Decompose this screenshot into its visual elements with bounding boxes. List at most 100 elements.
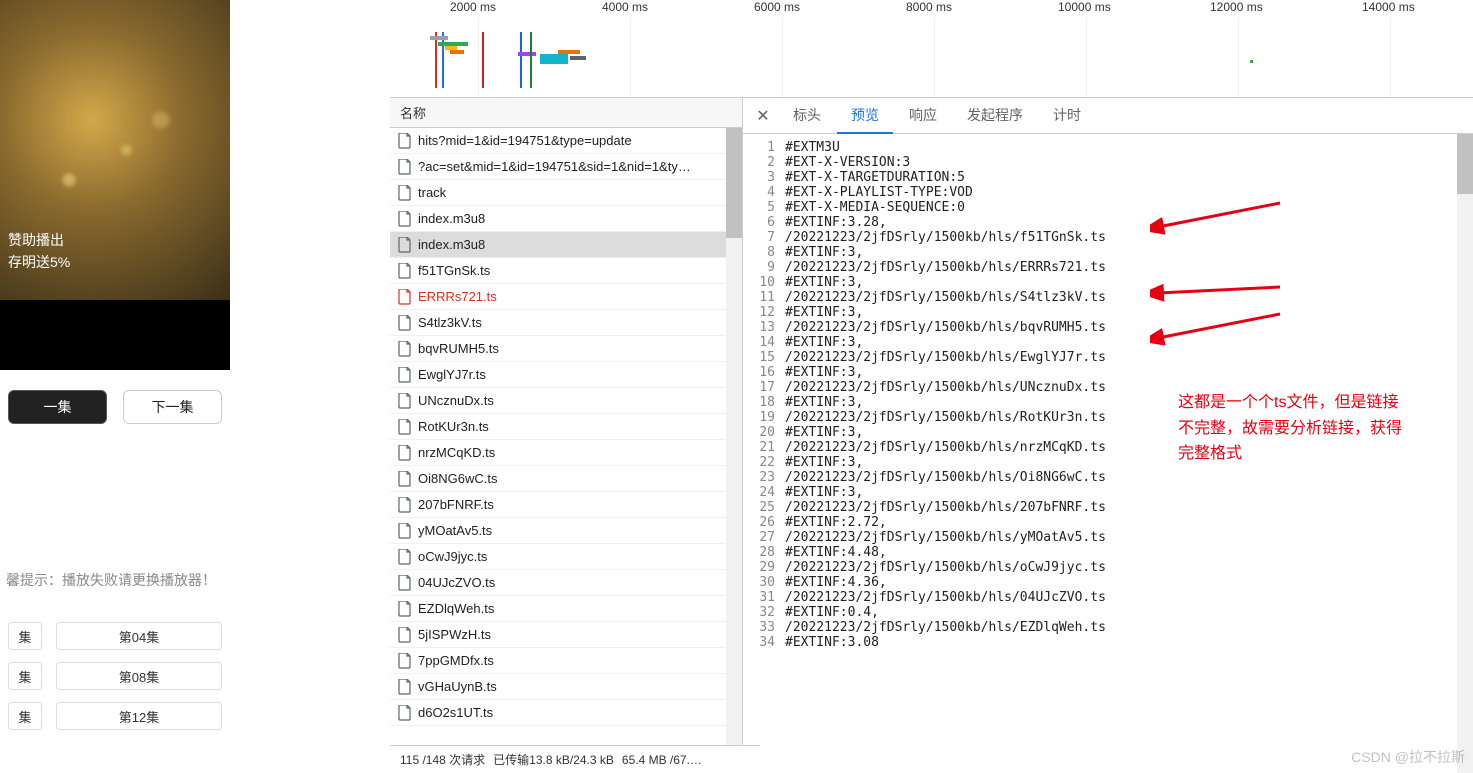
prev-episode-button[interactable]: 一集 bbox=[8, 390, 107, 424]
line-number: 26 bbox=[743, 515, 785, 530]
line-text: #EXT-X-PLAYLIST-TYPE:VOD bbox=[785, 185, 1473, 200]
line-text: #EXTINF:3, bbox=[785, 335, 1473, 350]
tab-headers[interactable]: 标头 bbox=[779, 98, 835, 134]
timeline-tick: 6000 ms bbox=[754, 0, 800, 14]
request-row[interactable]: 207bFNRF.ts bbox=[390, 492, 742, 518]
request-row[interactable]: UNcznuDx.ts bbox=[390, 388, 742, 414]
line-text: #EXTINF:3, bbox=[785, 395, 1473, 410]
line-number: 23 bbox=[743, 470, 785, 485]
line-number: 27 bbox=[743, 530, 785, 545]
request-row[interactable]: f51TGnSk.ts bbox=[390, 258, 742, 284]
request-row[interactable]: 04UJcZVO.ts bbox=[390, 570, 742, 596]
preview-line: 19/20221223/2jfDSrly/1500kb/hls/RotKUr3n… bbox=[743, 410, 1473, 425]
line-text: /20221223/2jfDSrly/1500kb/hls/EwglYJ7r.t… bbox=[785, 350, 1473, 365]
line-number: 18 bbox=[743, 395, 785, 410]
line-text: #EXTINF:3, bbox=[785, 275, 1473, 290]
preview-line: 16#EXTINF:3, bbox=[743, 365, 1473, 380]
line-text: #EXT-X-TARGETDURATION:5 bbox=[785, 170, 1473, 185]
line-number: 3 bbox=[743, 170, 785, 185]
episode-button[interactable]: 第08集 bbox=[56, 662, 222, 690]
request-row[interactable]: RotKUr3n.ts bbox=[390, 414, 742, 440]
line-text: /20221223/2jfDSrly/1500kb/hls/EZDlqWeh.t… bbox=[785, 620, 1473, 635]
episode-button[interactable]: 集 bbox=[8, 662, 42, 690]
tab-initiator[interactable]: 发起程序 bbox=[953, 98, 1037, 134]
request-row[interactable]: yMOatAv5.ts bbox=[390, 518, 742, 544]
request-row[interactable]: bqvRUMH5.ts bbox=[390, 336, 742, 362]
player-hint: 馨提示：播放失败请更换播放器！ bbox=[0, 570, 230, 590]
request-list-header[interactable]: 名称 bbox=[390, 98, 742, 128]
tab-response[interactable]: 响应 bbox=[895, 98, 951, 134]
preview-line: 12#EXTINF:3, bbox=[743, 305, 1473, 320]
request-name: 207bFNRF.ts bbox=[418, 497, 494, 512]
detail-tabs: ✕ 标头 预览 响应 发起程序 计时 bbox=[743, 98, 1473, 134]
episode-button[interactable]: 集 bbox=[8, 622, 42, 650]
request-row[interactable]: EZDlqWeh.ts bbox=[390, 596, 742, 622]
tab-preview[interactable]: 预览 bbox=[837, 98, 893, 134]
request-row[interactable]: EwglYJ7r.ts bbox=[390, 362, 742, 388]
video-player[interactable]: 赞助播出 存明送5% bbox=[0, 0, 230, 370]
request-row[interactable]: track bbox=[390, 180, 742, 206]
episode-button[interactable]: 第04集 bbox=[56, 622, 222, 650]
next-episode-button[interactable]: 下一集 bbox=[123, 390, 222, 424]
request-row[interactable]: oCwJ9jyc.ts bbox=[390, 544, 742, 570]
preview-line: 13/20221223/2jfDSrly/1500kb/hls/bqvRUMH5… bbox=[743, 320, 1473, 335]
preview-line: 5#EXT-X-MEDIA-SEQUENCE:0 bbox=[743, 200, 1473, 215]
request-name: nrzMCqKD.ts bbox=[418, 445, 495, 460]
line-text: /20221223/2jfDSrly/1500kb/hls/207bFNRF.t… bbox=[785, 500, 1473, 515]
timeline-tick: 10000 ms bbox=[1058, 0, 1111, 14]
line-number: 29 bbox=[743, 560, 785, 575]
line-number: 10 bbox=[743, 275, 785, 290]
line-number: 32 bbox=[743, 605, 785, 620]
status-transfer: 已传输13.8 kB/24.3 kB bbox=[493, 751, 614, 768]
preview-line: 25/20221223/2jfDSrly/1500kb/hls/207bFNRF… bbox=[743, 500, 1473, 515]
tab-timing[interactable]: 计时 bbox=[1039, 98, 1095, 134]
request-row[interactable]: hits?mid=1&id=194751&type=update bbox=[390, 128, 742, 154]
request-row[interactable]: vGHaUynB.ts bbox=[390, 674, 742, 700]
request-row[interactable]: 5jISPWzH.ts bbox=[390, 622, 742, 648]
scrollbar-thumb[interactable] bbox=[726, 128, 742, 238]
preview-line: 23/20221223/2jfDSrly/1500kb/hls/Oi8NG6wC… bbox=[743, 470, 1473, 485]
request-row[interactable]: index.m3u8 bbox=[390, 232, 742, 258]
preview-line: 17/20221223/2jfDSrly/1500kb/hls/UNcznuDx… bbox=[743, 380, 1473, 395]
line-number: 11 bbox=[743, 290, 785, 305]
preview-content[interactable]: 1#EXTM3U2#EXT-X-VERSION:33#EXT-X-TARGETD… bbox=[743, 134, 1473, 773]
close-detail-button[interactable]: ✕ bbox=[749, 106, 777, 126]
episode-button[interactable]: 第12集 bbox=[56, 702, 222, 730]
request-row[interactable]: d6O2s1UT.ts bbox=[390, 700, 742, 726]
request-row[interactable]: Oi8NG6wC.ts bbox=[390, 466, 742, 492]
line-text: /20221223/2jfDSrly/1500kb/hls/oCwJ9jyc.t… bbox=[785, 560, 1473, 575]
preview-line: 6#EXTINF:3.28, bbox=[743, 215, 1473, 230]
preview-line: 20#EXTINF:3, bbox=[743, 425, 1473, 440]
preview-scrollbar-thumb[interactable] bbox=[1457, 134, 1473, 194]
request-row[interactable]: nrzMCqKD.ts bbox=[390, 440, 742, 466]
request-name: index.m3u8 bbox=[418, 237, 485, 252]
line-text: /20221223/2jfDSrly/1500kb/hls/yMOatAv5.t… bbox=[785, 530, 1473, 545]
network-timeline[interactable]: 2000 ms4000 ms6000 ms8000 ms10000 ms1200… bbox=[390, 0, 1473, 98]
line-number: 2 bbox=[743, 155, 785, 170]
request-row[interactable]: S4tlz3kV.ts bbox=[390, 310, 742, 336]
line-number: 33 bbox=[743, 620, 785, 635]
timeline-tick: 8000 ms bbox=[906, 0, 952, 14]
line-text: #EXTINF:4.48, bbox=[785, 545, 1473, 560]
line-number: 14 bbox=[743, 335, 785, 350]
preview-line: 1#EXTM3U bbox=[743, 140, 1473, 155]
video-overlay-text: 赞助播出 存明送5% bbox=[0, 225, 78, 278]
request-row[interactable]: ERRRs721.ts bbox=[390, 284, 742, 310]
line-text: /20221223/2jfDSrly/1500kb/hls/f51TGnSk.t… bbox=[785, 230, 1473, 245]
line-number: 7 bbox=[743, 230, 785, 245]
request-row[interactable]: index.m3u8 bbox=[390, 206, 742, 232]
line-text: /20221223/2jfDSrly/1500kb/hls/UNcznuDx.t… bbox=[785, 380, 1473, 395]
timeline-tick: 12000 ms bbox=[1210, 0, 1263, 14]
video-page-panel: 赞助播出 存明送5% 一集 下一集 馨提示：播放失败请更换播放器！ 集第04集集… bbox=[0, 0, 230, 773]
episode-button[interactable]: 集 bbox=[8, 702, 42, 730]
line-number: 21 bbox=[743, 440, 785, 455]
preview-line: 3#EXT-X-TARGETDURATION:5 bbox=[743, 170, 1473, 185]
line-text: /20221223/2jfDSrly/1500kb/hls/RotKUr3n.t… bbox=[785, 410, 1473, 425]
request-row[interactable]: 7ppGMDfx.ts bbox=[390, 648, 742, 674]
preview-scrollbar-track[interactable] bbox=[1457, 134, 1473, 773]
request-name: index.m3u8 bbox=[418, 211, 485, 226]
line-text: #EXTINF:0.4, bbox=[785, 605, 1473, 620]
line-number: 6 bbox=[743, 215, 785, 230]
line-number: 13 bbox=[743, 320, 785, 335]
request-row[interactable]: ?ac=set&mid=1&id=194751&sid=1&nid=1&ty… bbox=[390, 154, 742, 180]
